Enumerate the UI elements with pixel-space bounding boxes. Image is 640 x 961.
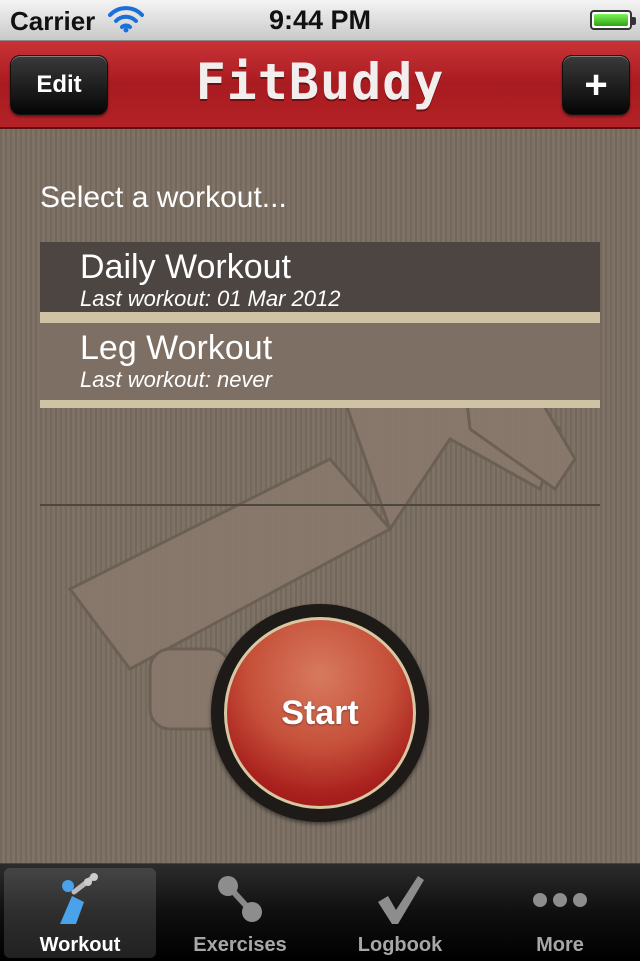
workout-last-date: Last workout: never xyxy=(80,367,272,392)
start-button-ring: Start xyxy=(211,604,429,822)
battery-icon xyxy=(590,10,636,30)
list-divider xyxy=(40,504,600,506)
workout-title: Leg Workout xyxy=(80,329,273,367)
workout-title: Daily Workout xyxy=(80,248,291,286)
workout-selection-view: Select a workout... Daily Workout Last w… xyxy=(0,129,640,863)
start-button[interactable]: Start xyxy=(224,617,416,809)
more-dots-icon xyxy=(533,893,587,907)
workout-last-date: Last workout: 01 Mar 2012 xyxy=(80,286,341,311)
tab-logbook[interactable]: Logbook xyxy=(324,868,476,958)
navigation-bar: Edit FitBuddy + xyxy=(0,41,640,129)
checkmark-icon xyxy=(378,876,424,924)
tab-workout[interactable]: Workout xyxy=(4,868,156,958)
tab-label: More xyxy=(536,934,584,956)
workout-row-leg[interactable]: Leg Workout Last workout: never xyxy=(40,320,600,408)
tab-exercises[interactable]: Exercises xyxy=(164,868,316,958)
tab-label: Exercises xyxy=(193,934,287,956)
tab-label: Logbook xyxy=(357,934,443,956)
dumbbell-icon xyxy=(218,876,262,922)
workout-figure-icon xyxy=(60,873,98,924)
app-title-logo: FitBuddy xyxy=(195,53,445,111)
status-bar: Carrier 9:44 PM xyxy=(0,0,640,41)
tab-label: Workout xyxy=(39,934,121,956)
tab-more[interactable]: More xyxy=(484,868,636,958)
add-workout-button[interactable]: + xyxy=(562,55,630,115)
status-time: 9:44 PM xyxy=(268,5,372,35)
workout-row-daily[interactable]: Daily Workout Last workout: 01 Mar 2012 xyxy=(40,242,600,320)
workout-list: Daily Workout Last workout: 01 Mar 2012 … xyxy=(40,242,600,408)
tab-bar: Workout Exercises Logbook More xyxy=(0,863,640,961)
select-workout-prompt: Select a workout... xyxy=(40,181,287,214)
